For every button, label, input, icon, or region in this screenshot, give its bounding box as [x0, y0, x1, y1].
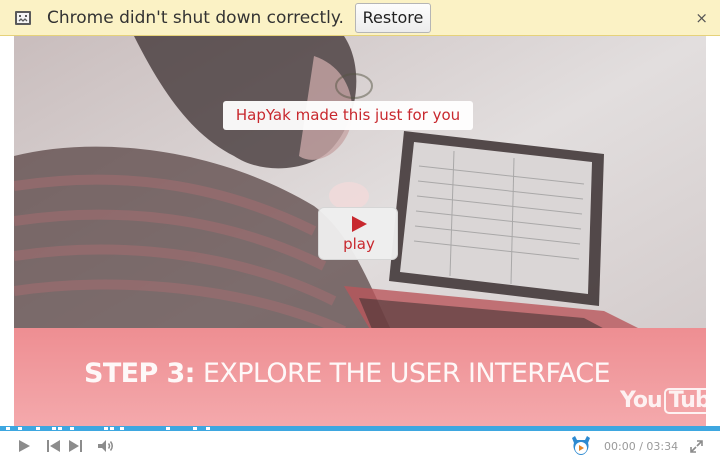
chapter-marker[interactable] — [6, 427, 10, 430]
time-separator: / — [639, 440, 643, 453]
close-icon[interactable]: × — [695, 9, 708, 27]
youtube-watermark-you: You — [620, 388, 663, 413]
volume-icon[interactable] — [97, 439, 115, 453]
player-controls: 00:00 / 03:34 — [0, 431, 720, 464]
browser-viewport: Chrome didn't shut down correctly. Resto… — [0, 0, 720, 464]
time-total: 03:34 — [646, 440, 679, 453]
play-button[interactable]: play — [318, 207, 398, 260]
time-display: 00:00 / 03:34 — [604, 440, 678, 453]
step-title: EXPLORE THE USER INTERFACE — [194, 358, 611, 389]
previous-icon[interactable] — [46, 439, 62, 453]
chapter-marker[interactable] — [206, 427, 210, 430]
crash-infobar: Chrome didn't shut down correctly. Resto… — [0, 0, 720, 36]
video-step-title: STEP 3: EXPLORE THE USER INTERFACE — [84, 358, 684, 389]
play-icon[interactable] — [16, 438, 32, 454]
next-icon[interactable] — [67, 439, 83, 453]
play-label: play — [343, 235, 375, 253]
chapter-marker[interactable] — [104, 427, 108, 430]
chapter-marker[interactable] — [58, 427, 62, 430]
video-frame[interactable]: HapYak made this just for you play STEP … — [14, 36, 706, 426]
chapter-marker[interactable] — [193, 427, 197, 430]
fullscreen-icon[interactable] — [690, 440, 703, 453]
hapyak-logo-icon[interactable] — [569, 435, 593, 457]
chapter-marker[interactable] — [166, 427, 170, 430]
chapter-marker[interactable] — [36, 427, 40, 430]
infobar-message: Chrome didn't shut down correctly. — [47, 8, 344, 28]
chapter-marker[interactable] — [52, 427, 56, 430]
hapyak-banner[interactable]: HapYak made this just for you — [223, 101, 473, 130]
chapter-marker[interactable] — [110, 427, 114, 430]
play-icon — [352, 216, 367, 232]
restore-button[interactable]: Restore — [355, 3, 431, 33]
youtube-watermark[interactable]: YouTube — [620, 388, 706, 414]
crash-warning-icon — [15, 11, 31, 25]
chapter-marker[interactable] — [70, 427, 74, 430]
step-prefix: STEP 3: — [84, 358, 195, 389]
youtube-watermark-tube: Tube — [663, 388, 706, 414]
time-current: 00:00 — [604, 440, 636, 453]
chapter-marker[interactable] — [120, 427, 124, 430]
chapter-marker[interactable] — [18, 427, 22, 430]
